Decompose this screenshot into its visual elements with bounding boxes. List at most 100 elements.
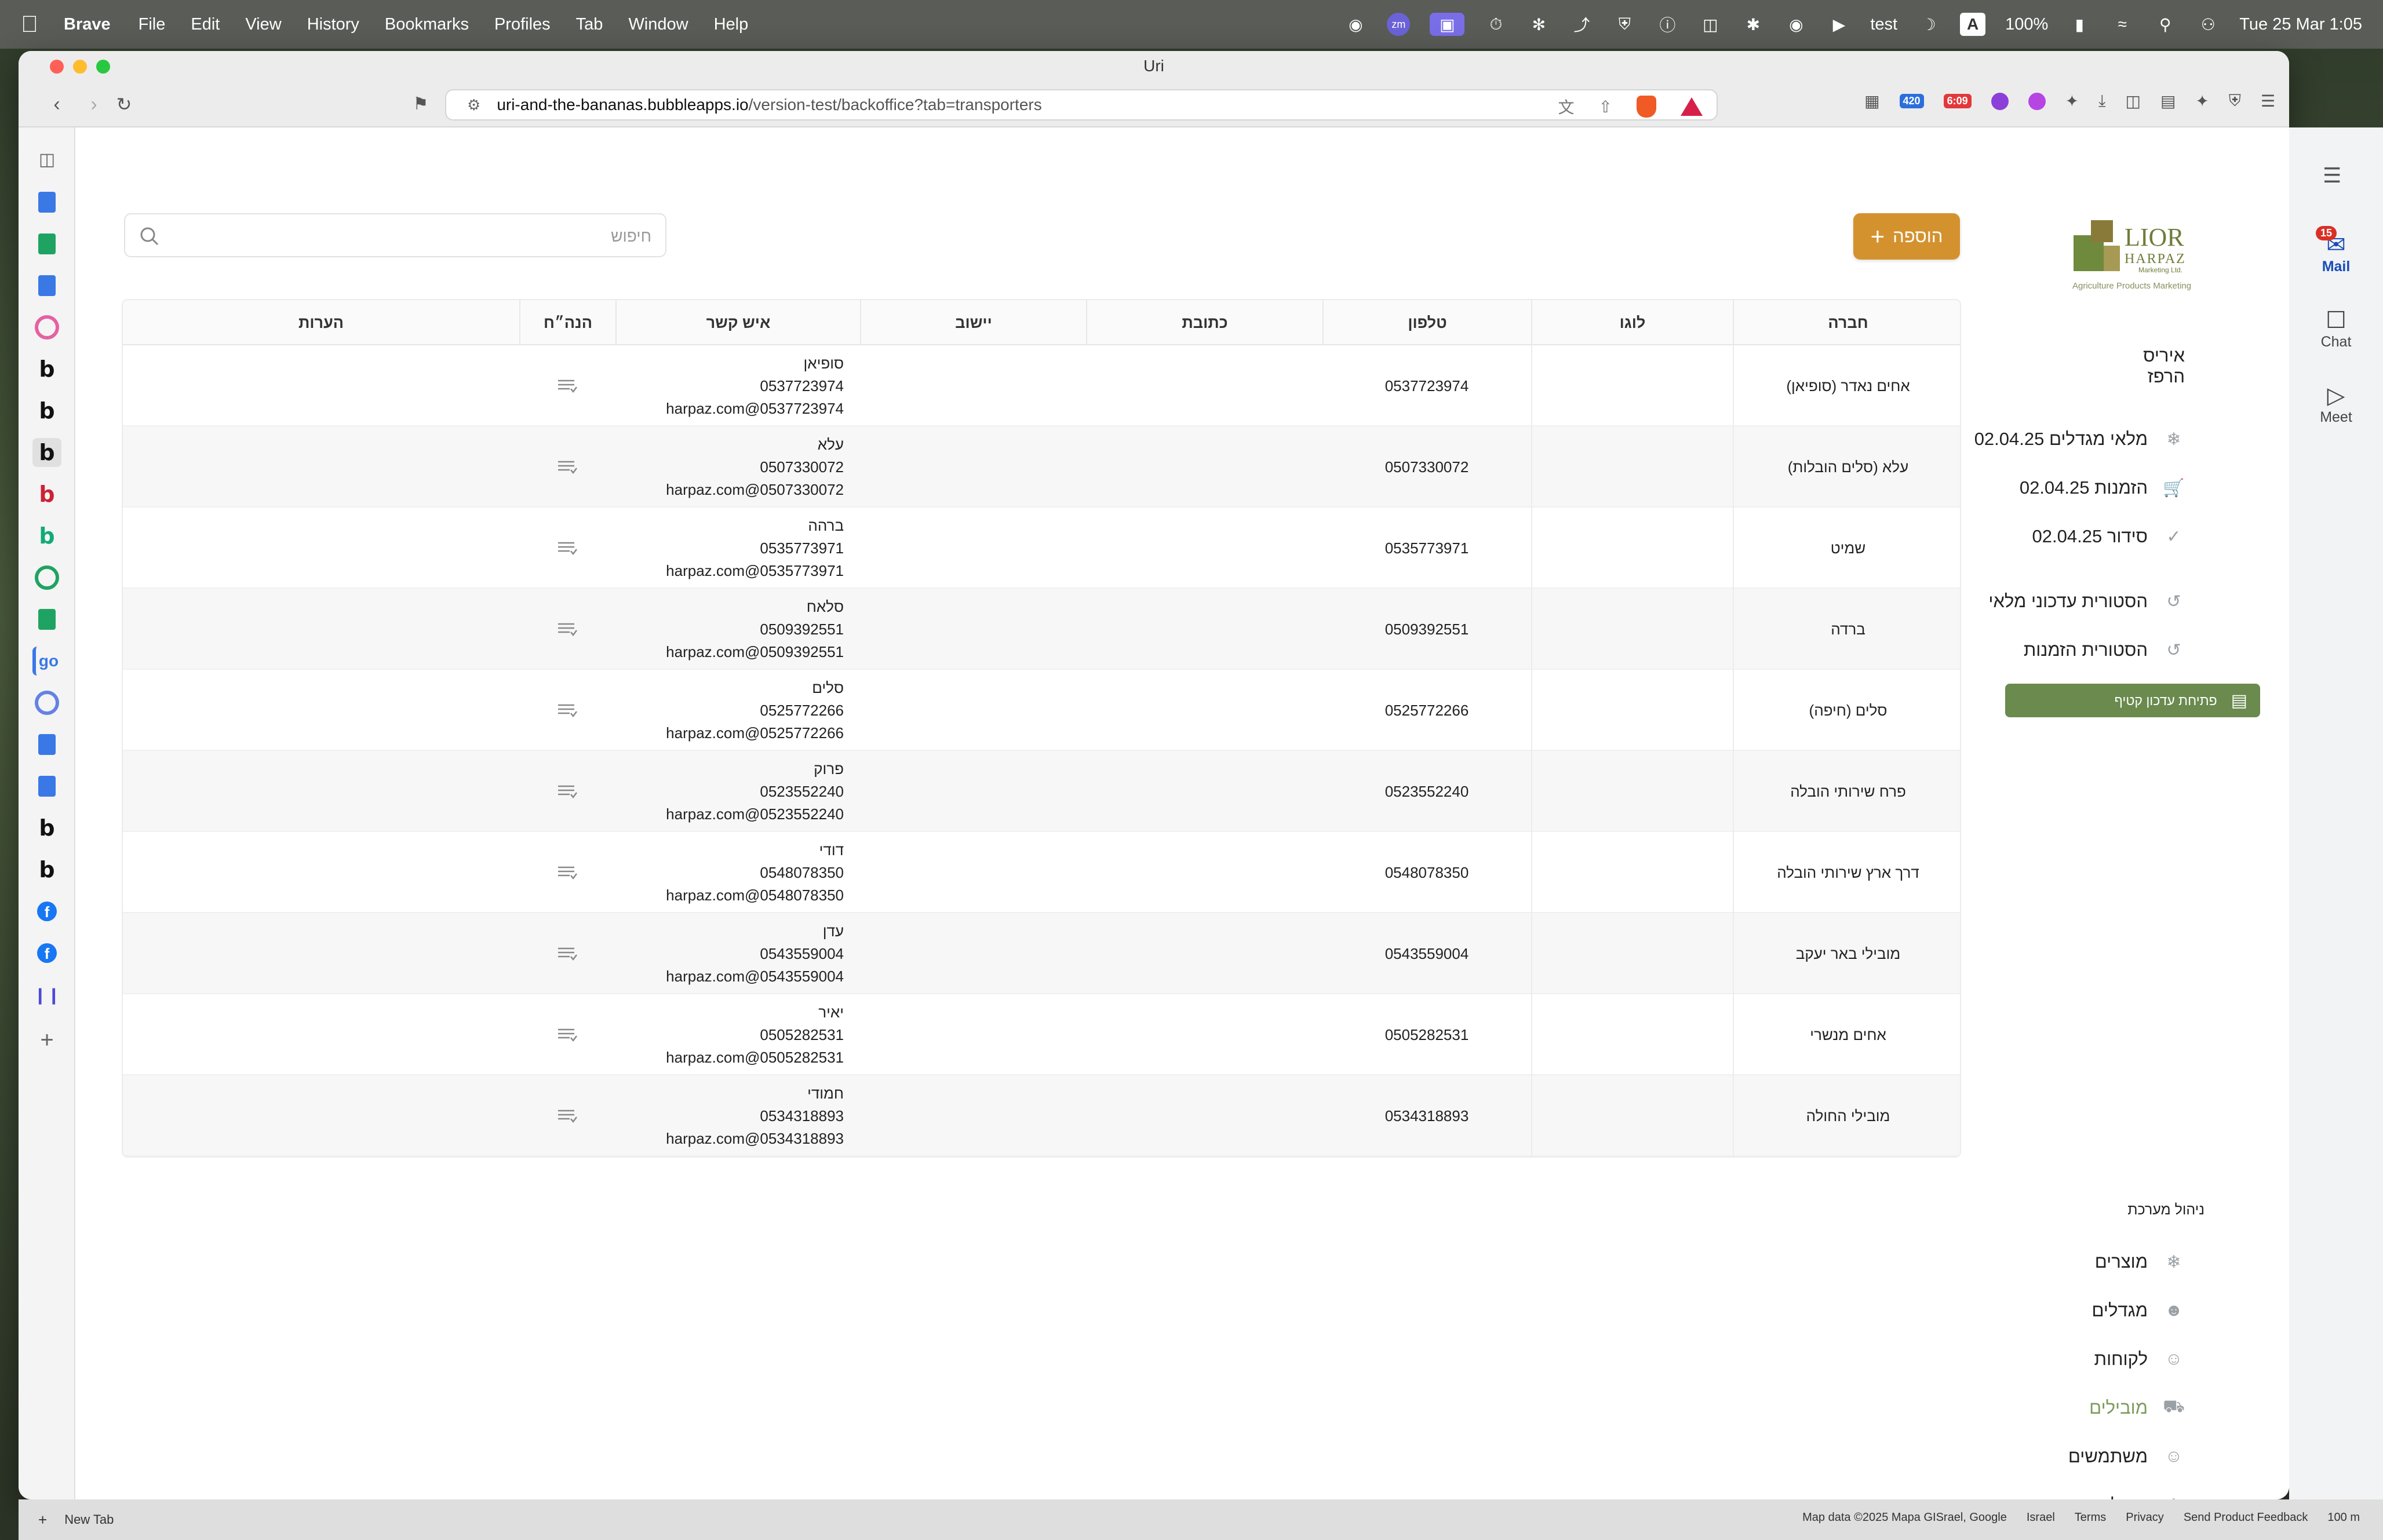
docs-tab-icon[interactable] <box>32 271 61 300</box>
cell-accounting[interactable] <box>519 670 615 751</box>
table-row[interactable]: סופיאן 0537723974 harpaz.com@0537723974 053… <box>123 345 1960 426</box>
cell-accounting[interactable] <box>519 1075 615 1156</box>
facebook-tab-icon[interactable] <box>32 939 61 968</box>
extension-purple-icon[interactable] <box>1991 92 2009 110</box>
extension-badge-blue[interactable]: 420 <box>1899 94 1924 108</box>
cell-accounting[interactable] <box>519 832 615 913</box>
menu-tab[interactable]: Tab <box>576 15 603 34</box>
extension-badge-red[interactable]: 6:09 <box>1943 94 1972 108</box>
nav-arrangement[interactable]: סידור 02.04.25 ✓ <box>2032 519 2185 554</box>
wallet-icon[interactable]: ▤ <box>2160 92 2176 111</box>
downloads-icon[interactable]: ⤓ <box>2098 92 2105 111</box>
site-settings-icon[interactable]: ⚙ <box>467 96 480 114</box>
bubble-tab-icon-active[interactable]: b <box>32 438 61 467</box>
add-button[interactable]: + הוספה <box>1853 213 1960 260</box>
table-row[interactable]: חמודי 0534318893 harpaz.com@0534318893 0534… <box>123 1075 1960 1156</box>
menubar-app-name[interactable]: Brave <box>64 15 111 34</box>
cell-accounting[interactable] <box>519 913 615 994</box>
cell-accounting[interactable] <box>519 426 615 508</box>
reload-icon[interactable]: ↻ <box>111 92 137 117</box>
bookmark-icon[interactable]: ⚑ <box>408 92 433 117</box>
cell-accounting[interactable] <box>519 994 615 1075</box>
extension-violet-icon[interactable] <box>2028 92 2046 110</box>
docs-tab-icon[interactable] <box>32 188 61 217</box>
nav-products[interactable]: מוצרים ❄ <box>2095 1245 2185 1279</box>
shield-icon[interactable]: ⛨ <box>1613 13 1636 36</box>
control-center-icon[interactable]: ⚇ <box>2196 13 2220 36</box>
timer-icon[interactable]: ⏱ <box>1484 13 1507 36</box>
search-input[interactable]: חיפוש <box>124 213 666 257</box>
nav-transporters[interactable]: מובילים ⛟ <box>2089 1391 2185 1425</box>
bubble-tab-icon[interactable]: b <box>32 480 61 509</box>
cell-notes[interactable] <box>123 913 519 994</box>
menu-window[interactable]: Window <box>628 15 688 34</box>
circle-tab-icon[interactable] <box>32 313 61 342</box>
bubble-tab-icon[interactable]: b <box>32 855 61 884</box>
map-israel-link[interactable]: Israel <box>2027 1511 2055 1524</box>
nav-system-admin[interactable]: ניהול מערכת ⚙ <box>2052 1488 2185 1499</box>
map-feedback-link[interactable]: Send Product Feedback <box>2184 1511 2308 1524</box>
input-source-icon[interactable]: A <box>1960 13 1986 36</box>
cell-accounting[interactable] <box>519 751 615 832</box>
headphones-icon[interactable]: ◉ <box>1784 13 1808 36</box>
screen-share-icon[interactable]: ▣ <box>1430 13 1465 36</box>
google-meet-app[interactable]: ▷ Meet <box>2310 382 2362 426</box>
lior-harpaz-logo[interactable]: LIOR HARPAZ Marketing Ltd. Agriculture P… <box>2069 212 2220 299</box>
menubar-clock[interactable]: Tue 25 Mar 1:05 <box>2239 15 2362 34</box>
cell-notes[interactable] <box>123 670 519 751</box>
nav-growers[interactable]: מגדלים ☻ <box>2092 1293 2185 1328</box>
cell-notes[interactable] <box>123 345 519 426</box>
new-tab-label[interactable]: New Tab <box>64 1512 114 1527</box>
cell-notes[interactable] <box>123 508 519 589</box>
table-row[interactable]: פרוק 0523552240 harpaz.com@0523552240 05235… <box>123 751 1960 832</box>
new-tab-plus-icon[interactable]: + <box>38 1511 47 1529</box>
hamburger-icon[interactable]: ☰ <box>2323 163 2341 188</box>
cell-notes[interactable] <box>123 1075 519 1156</box>
forward-icon[interactable]: › <box>81 92 107 117</box>
nav-orders-history[interactable]: הסטורית הזמנות ↺ <box>2024 633 2185 667</box>
play-icon[interactable]: ▶ <box>1827 13 1850 36</box>
map-privacy-link[interactable]: Privacy <box>2126 1511 2164 1524</box>
table-row[interactable]: סלים 0525772266 harpaz.com@0525772266 05257… <box>123 670 1960 751</box>
url-bar[interactable]: ⚙ uri-and-the-bananas.bubbleapps.io/vers… <box>445 89 1718 121</box>
sidebar-toggle-icon[interactable]: ◫ <box>2125 92 2140 111</box>
cell-notes[interactable] <box>123 994 519 1075</box>
sheets-tab-icon[interactable] <box>32 605 61 634</box>
cell-accounting[interactable] <box>519 345 615 426</box>
wifi-icon[interactable]: ≈ <box>2111 13 2134 36</box>
spotlight-icon[interactable]: ⚲ <box>2154 13 2177 36</box>
table-row[interactable]: סלאח 0509392551 harpaz.com@0509392551 05093… <box>123 589 1960 670</box>
bubble-tab-icon[interactable]: b <box>32 355 61 384</box>
info-icon[interactable]: ⓘ <box>1656 13 1679 36</box>
menu-edit[interactable]: Edit <box>191 15 220 34</box>
menu-history[interactable]: History <box>307 15 359 34</box>
nav-orders[interactable]: הזמנות 02.04.25 🛒 <box>2020 470 2185 505</box>
table-row[interactable]: עדן 0543559004 harpaz.com@0543559004 054355… <box>123 913 1960 994</box>
battery-icon[interactable]: ▮ <box>2068 13 2091 36</box>
table-row[interactable]: יאיר 0505282531 harpaz.com@0505282531 05052… <box>123 994 1960 1075</box>
nav-customers[interactable]: לקוחות ☺ <box>2094 1342 2185 1377</box>
circle-tab-icon[interactable] <box>32 563 61 592</box>
status-user[interactable]: test <box>1870 15 1897 34</box>
brave-shields-icon[interactable] <box>1637 96 1656 118</box>
leo-icon[interactable]: ✦ <box>2195 92 2209 111</box>
docs-tab-icon[interactable] <box>32 772 61 801</box>
bubble-tab-icon[interactable]: b <box>32 521 61 550</box>
signal-icon[interactable]: ⤴ <box>1570 13 1593 36</box>
cell-notes[interactable] <box>123 589 519 670</box>
nav-inventory[interactable]: מלאי מגדלים 02.04.25 ❄ <box>1974 422 2185 457</box>
search-extra-icon[interactable]: ◉ <box>1344 13 1367 36</box>
nav-users[interactable]: משתמשים ☺ <box>2068 1439 2185 1474</box>
open-harvest-update-button[interactable]: פתיחת עדכון קטיף ▤ <box>2005 684 2260 717</box>
back-icon[interactable]: ‹ <box>44 92 70 117</box>
menu-profiles[interactable]: Profiles <box>494 15 551 34</box>
table-row[interactable]: עלא 0507330072 harpaz.com@0507330072 050733… <box>123 426 1960 508</box>
cell-notes[interactable] <box>123 751 519 832</box>
google-tab-icon[interactable]: go <box>32 647 61 676</box>
menu-file[interactable]: File <box>139 15 166 34</box>
docs-tab-icon[interactable] <box>32 730 61 759</box>
apple-menu-icon[interactable]:  <box>21 12 38 38</box>
menu-icon[interactable]: ☰ <box>2261 92 2275 111</box>
sidebar-panel-icon[interactable]: ◫ <box>32 145 61 174</box>
table-row[interactable]: דודי 0548078350 harpaz.com@0548078350 05480… <box>123 832 1960 913</box>
